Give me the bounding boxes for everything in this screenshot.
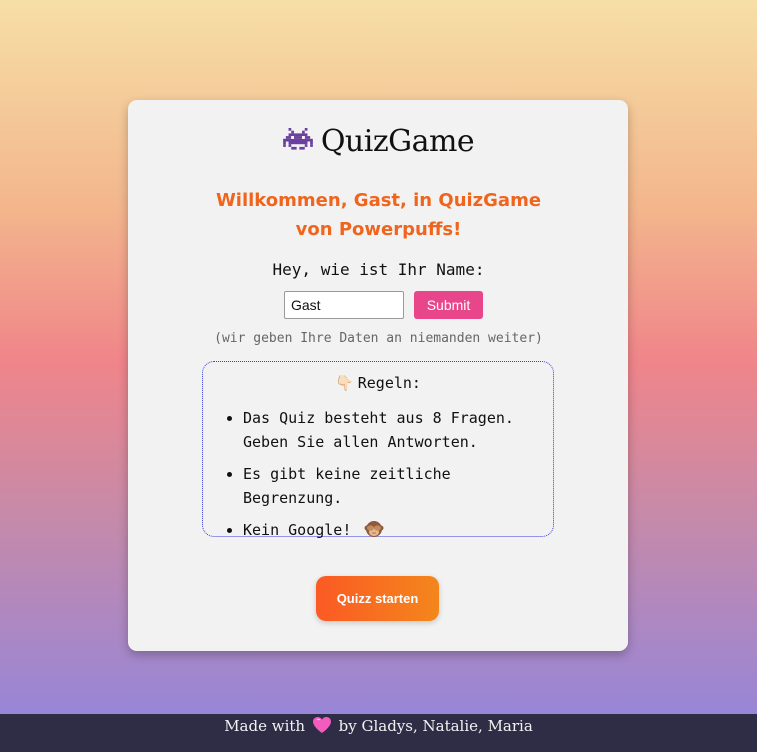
rule-text: Kein Google!	[243, 521, 352, 539]
rules-box: 👇🏻Regeln: Das Quiz besteht aus 8 Fragen.…	[202, 361, 554, 539]
name-input[interactable]	[284, 291, 404, 319]
rules-list: Das Quiz besteht aus 8 Fragen. Geben Sie…	[223, 406, 553, 550]
pink-heart-icon	[312, 717, 331, 733]
alien-monster-icon	[282, 128, 313, 150]
rule-item: Es gibt keine zeitliche Begrenzung.	[243, 462, 553, 510]
welcome-message: Willkommen, Gast, in QuizGame von Powerp…	[215, 190, 542, 240]
rules-title: Regeln:	[357, 374, 421, 392]
see-no-evil-monkey-icon	[364, 521, 384, 537]
app-logo: QuizGame	[0, 124, 757, 164]
submit-button[interactable]: Submit	[414, 291, 483, 319]
rules-heading: 👇🏻 Regeln:	[203, 374, 553, 392]
privacy-note: (wir geben Ihre Daten an niemanden weite…	[214, 331, 543, 346]
rule-text: Geben Sie allen Antworten.	[243, 433, 478, 451]
footer-prefix: Made with	[224, 717, 306, 735]
start-quiz-button[interactable]: Quizz starten	[316, 576, 439, 621]
rule-text: Das Quiz besteht aus 8 Fragen.	[243, 409, 514, 427]
app-title: QuizGame	[320, 124, 475, 159]
rule-item: Das Quiz besteht aus 8 Fragen. Geben Sie…	[243, 406, 553, 454]
name-question: Hey, wie ist Ihr Name:	[272, 260, 485, 279]
pointing-down-hand-icon: 👇🏻	[335, 374, 354, 392]
footer: Made with by Gladys, Natalie, Maria	[0, 714, 757, 752]
rule-item: Kein Google!	[243, 518, 553, 542]
footer-suffix: by Gladys, Natalie, Maria	[338, 717, 533, 735]
rule-text: Es gibt keine zeitliche Begrenzung.	[243, 465, 451, 507]
